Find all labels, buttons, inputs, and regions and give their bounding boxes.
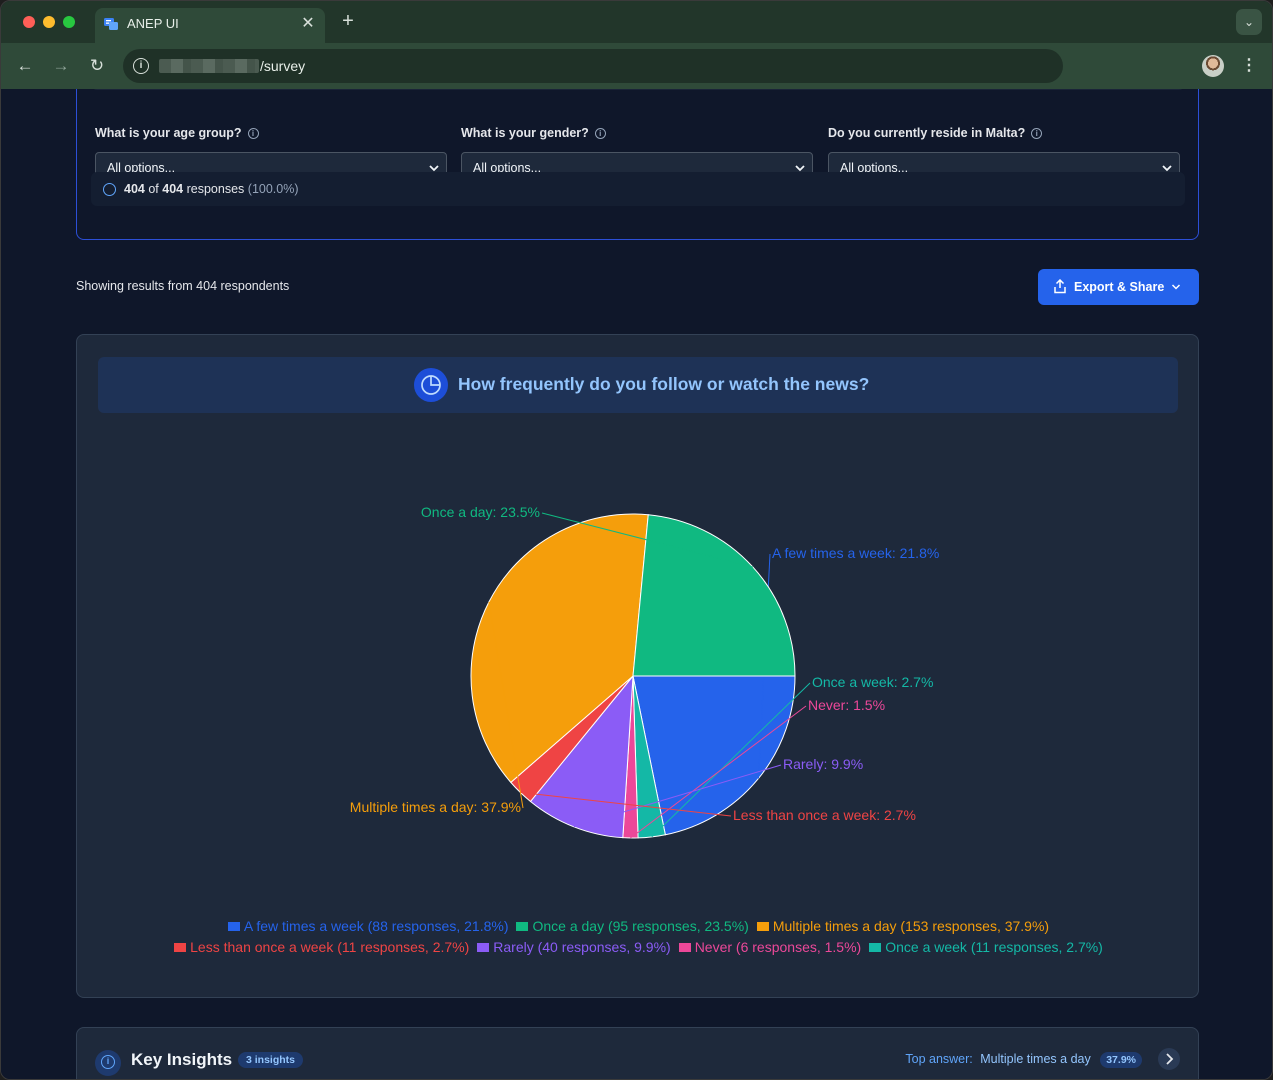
filter-residence-label-text: Do you currently reside in Malta? bbox=[828, 126, 1026, 140]
filter-residence: Do you currently reside in Malta? i All o… bbox=[828, 126, 1180, 183]
question-title: How frequently do you follow or watch th… bbox=[458, 374, 870, 394]
new-tab-icon[interactable]: + bbox=[339, 10, 357, 33]
top-answer-value: Multiple times a day bbox=[980, 1052, 1091, 1066]
pie-slice-label: Rarely: 9.9% bbox=[783, 756, 863, 772]
filter-age-group: What is your age group? i All options... bbox=[95, 126, 447, 183]
response-count-value: 404 bbox=[124, 182, 145, 196]
browser-tab[interactable]: ANEP UI ✕ bbox=[95, 8, 325, 43]
legend-label: Rarely (40 responses, 9.9%) bbox=[493, 939, 671, 955]
site-info-icon[interactable]: i bbox=[133, 58, 149, 74]
legend-item[interactable]: Never (6 responses, 1.5%) bbox=[678, 939, 862, 955]
maximize-window-button[interactable] bbox=[63, 16, 75, 28]
forward-arrow-icon[interactable]: → bbox=[50, 55, 72, 77]
export-share-button[interactable]: Export & Share bbox=[1038, 269, 1199, 305]
tab-search-icon[interactable]: ⌄ bbox=[1236, 9, 1262, 35]
tab-close-icon[interactable]: ✕ bbox=[299, 13, 317, 33]
info-icon[interactable]: i bbox=[594, 128, 606, 140]
site-favicon-icon bbox=[104, 18, 118, 30]
pie-slice-label: Less than once a week: 2.7% bbox=[733, 807, 916, 823]
legend-label: Less than once a week (11 responses, 2.7… bbox=[190, 939, 470, 955]
pie-slice-once-a-day[interactable] bbox=[632, 514, 796, 677]
key-insights-panel[interactable]: i Key Insights 3 insights Top answer: Mu… bbox=[76, 1027, 1199, 1079]
legend-label: Never (6 responses, 1.5%) bbox=[694, 939, 862, 955]
chevron-down-icon bbox=[1171, 284, 1181, 290]
pie-slice-label: Once a week: 2.7% bbox=[812, 674, 933, 690]
legend-swatch bbox=[174, 943, 187, 952]
filter-age-label: What is your age group? i bbox=[95, 126, 447, 144]
response-count-of: of bbox=[148, 182, 159, 196]
legend-item[interactable]: Once a week (11 responses, 2.7%) bbox=[869, 939, 1103, 955]
reload-icon[interactable]: ↻ bbox=[86, 55, 108, 77]
filter-residence-label: Do you currently reside in Malta? i bbox=[828, 126, 1180, 144]
legend-swatch bbox=[227, 922, 240, 931]
legend-item[interactable]: Multiple times a day (153 responses, 37.… bbox=[756, 918, 1050, 934]
export-share-label: Export & Share bbox=[1074, 280, 1165, 294]
response-count-bar: 404 of 404 responses (100.0%) bbox=[91, 172, 1185, 206]
legend-swatch bbox=[477, 943, 490, 952]
response-total-value: 404 bbox=[162, 182, 184, 196]
pie-chart: A few times a week: 21.8% Once a week: 2.… bbox=[350, 504, 939, 839]
legend-swatch bbox=[869, 943, 882, 952]
legend-label: Once a week (11 responses, 2.7%) bbox=[885, 939, 1103, 955]
chart-legend-row: Less than once a week (11 responses, 2.7… bbox=[77, 939, 1200, 955]
browser-toolbar: ← → ↻ i /survey ⋮ bbox=[1, 43, 1272, 89]
address-bar[interactable]: i /survey bbox=[123, 49, 1063, 83]
legend-item[interactable]: Rarely (40 responses, 9.9%) bbox=[477, 939, 671, 955]
pie-slice-label: Once a day: 23.5% bbox=[421, 504, 540, 520]
legend-swatch bbox=[678, 943, 691, 952]
question-header: How frequently do you follow or watch th… bbox=[98, 357, 1178, 413]
pie-slice-label: Multiple times a day: 37.9% bbox=[350, 799, 521, 815]
response-count: 404 of 404 responses (100.0%) bbox=[124, 182, 299, 196]
info-icon[interactable]: i bbox=[247, 128, 259, 140]
url-path: /survey bbox=[260, 58, 306, 74]
filter-gender-label-text: What is your gender? bbox=[461, 126, 589, 140]
profile-avatar[interactable] bbox=[1202, 55, 1224, 77]
tab-bar: ANEP UI ✕ + ⌄ bbox=[1, 1, 1272, 43]
back-arrow-icon[interactable]: ← bbox=[14, 55, 36, 77]
browser-menu-icon[interactable]: ⋮ bbox=[1240, 55, 1258, 77]
survey-page: What is your age group? i All options... … bbox=[1, 89, 1272, 1079]
response-percent: (100.0%) bbox=[247, 182, 299, 196]
filter-gender-label: What is your gender? i bbox=[461, 126, 813, 144]
insights-info-icon: i bbox=[95, 1050, 121, 1076]
chevron-right-icon bbox=[1166, 1053, 1174, 1065]
filter-panel: What is your age group? i All options... … bbox=[76, 89, 1199, 240]
response-count-suffix: responses bbox=[186, 182, 245, 196]
redacted-host bbox=[159, 59, 259, 73]
close-window-button[interactable] bbox=[23, 16, 35, 28]
tab-title: ANEP UI bbox=[127, 16, 179, 31]
legend-swatch bbox=[756, 922, 769, 931]
info-icon[interactable]: i bbox=[1031, 128, 1043, 140]
legend-label: A few times a week (88 responses, 21.8%) bbox=[243, 918, 509, 934]
user-circle-icon bbox=[103, 183, 116, 196]
legend-swatch bbox=[516, 922, 529, 931]
legend-label: Multiple times a day (153 responses, 37.… bbox=[772, 918, 1050, 934]
filter-gender: What is your gender? i All options... bbox=[461, 126, 813, 183]
top-answer-label: Top answer: bbox=[905, 1052, 973, 1066]
top-answer-percent: 37.9% bbox=[1100, 1052, 1142, 1068]
legend-item[interactable]: A few times a week (88 responses, 21.8%) bbox=[227, 918, 509, 934]
legend-label: Once a day (95 responses, 23.5%) bbox=[532, 918, 749, 934]
pie-slice-label: A few times a week: 21.8% bbox=[772, 545, 939, 561]
top-answer: Top answer: Multiple times a day 37.9% bbox=[905, 1052, 1142, 1068]
chart-legend-row: A few times a week (88 responses, 21.8%)… bbox=[77, 918, 1200, 934]
filter-age-label-text: What is your age group? bbox=[95, 126, 242, 140]
question-chart-card: How frequently do you follow or watch th… bbox=[76, 334, 1199, 998]
pie-slice-label: Never: 1.5% bbox=[808, 697, 885, 713]
browser-window: ANEP UI ✕ + ⌄ ← → ↻ i /survey ⋮ What is … bbox=[0, 0, 1273, 1080]
results-summary: Showing results from 404 respondents bbox=[76, 279, 290, 293]
insights-title: Key Insights bbox=[131, 1050, 233, 1069]
share-upload-icon bbox=[1054, 279, 1066, 294]
insights-count-badge: 3 insights bbox=[238, 1052, 304, 1068]
minimize-window-button[interactable] bbox=[43, 16, 55, 28]
expand-insights-button[interactable] bbox=[1158, 1048, 1180, 1070]
legend-item[interactable]: Once a day (95 responses, 23.5%) bbox=[516, 918, 749, 934]
pie-chart-icon bbox=[414, 368, 448, 402]
filter-panel-header bbox=[91, 89, 1185, 90]
legend-item[interactable]: Less than once a week (11 responses, 2.7… bbox=[174, 939, 469, 955]
